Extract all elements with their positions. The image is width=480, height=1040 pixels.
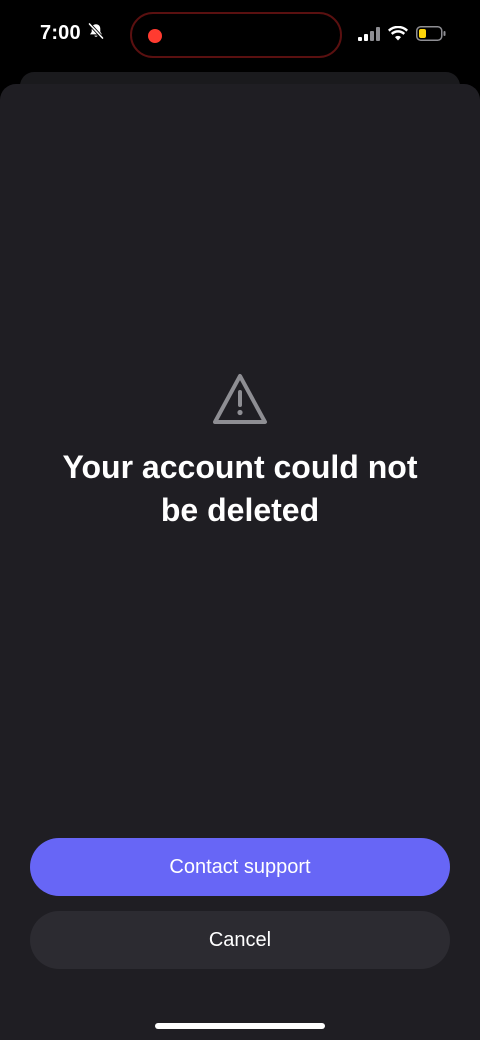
cellular-signal-icon [358, 26, 380, 46]
screen: 7:00 Your account could not be deleted C… [0, 0, 480, 1040]
contact-support-button[interactable]: Contact support [30, 838, 450, 896]
status-time-group: 7:00 [40, 22, 105, 45]
home-indicator[interactable] [155, 1023, 325, 1029]
bell-slash-icon [87, 22, 105, 45]
cancel-button[interactable]: Cancel [30, 911, 450, 969]
error-content: Your account could not be deleted [0, 372, 480, 532]
dynamic-island [130, 12, 342, 58]
dialog-title: Your account could not be deleted [62, 449, 418, 528]
wifi-icon [388, 25, 408, 46]
status-bar: 7:00 [0, 0, 480, 72]
dialog-sheet [0, 84, 480, 1040]
battery-icon [416, 26, 446, 46]
status-time: 7:00 [40, 22, 81, 44]
warning-triangle-icon [211, 372, 269, 426]
status-icons [358, 25, 446, 46]
recording-indicator-dot [148, 29, 162, 43]
